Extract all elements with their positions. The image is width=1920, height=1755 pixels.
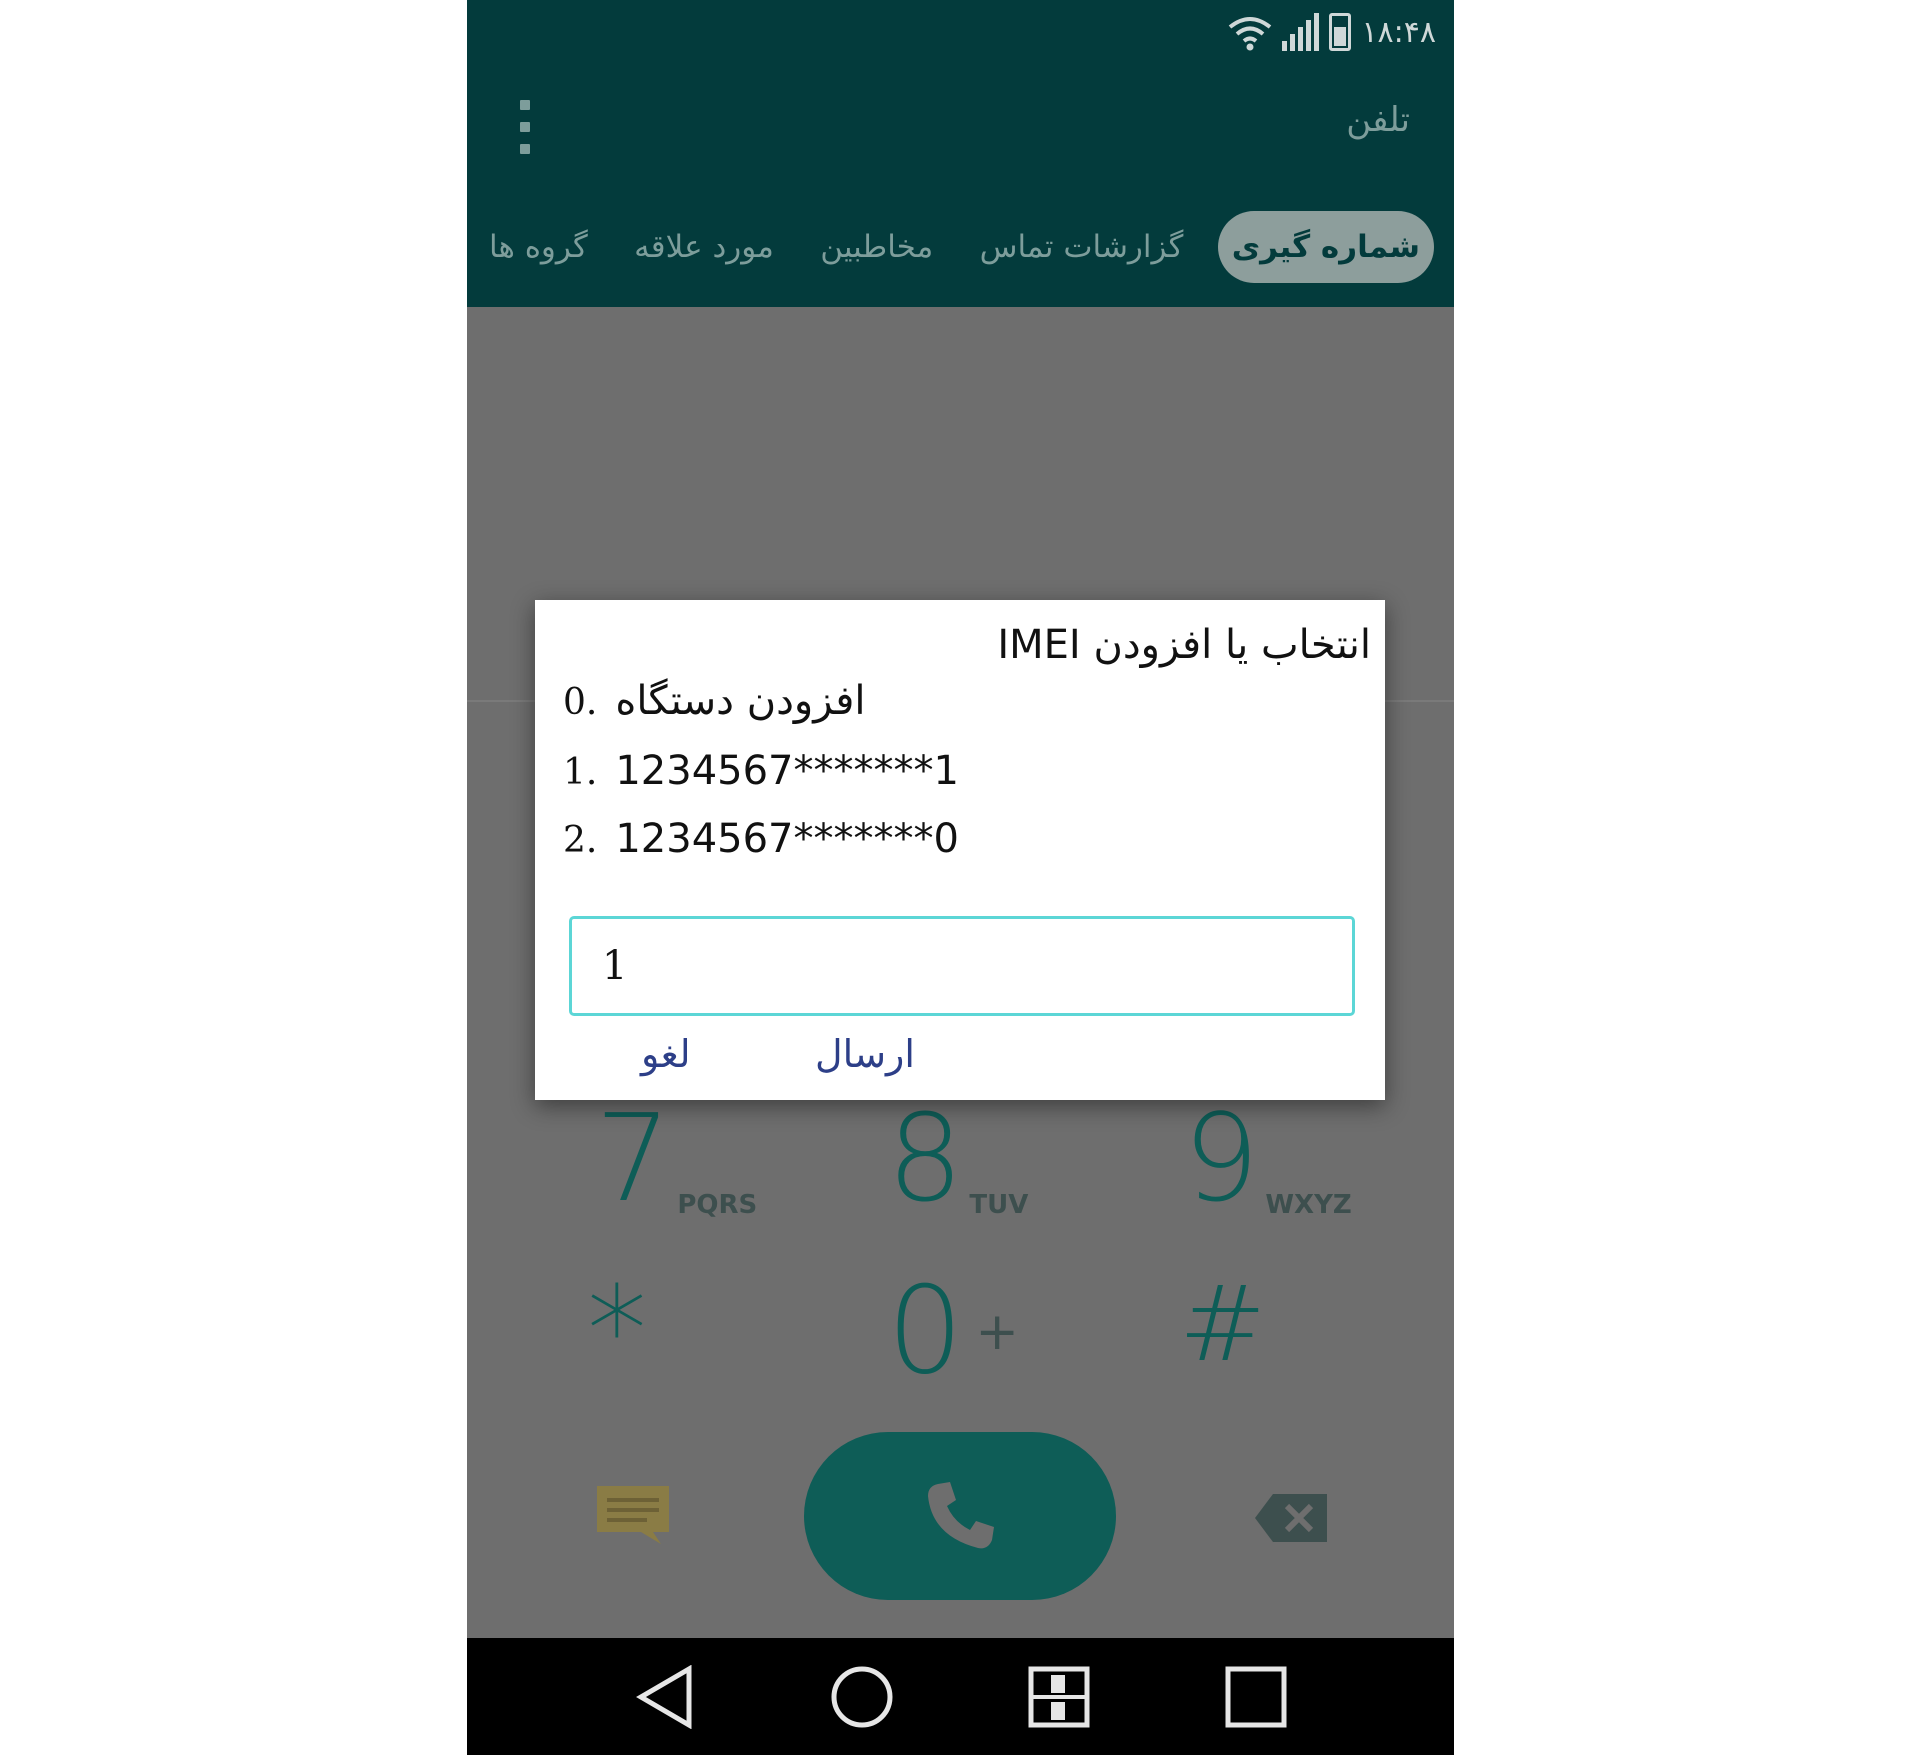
wifi-icon bbox=[1229, 17, 1272, 51]
imei-dialog: انتخاب یا افزودن IMEI 0. افزودن دستگاه 1.… bbox=[535, 600, 1385, 1100]
dialog-title: انتخاب یا افزودن IMEI bbox=[997, 622, 1371, 668]
cancel-button[interactable]: لغو bbox=[641, 1032, 691, 1076]
recents-icon[interactable] bbox=[1221, 1662, 1291, 1732]
app-bar: ۱۸:۴۸ تلفن گروه ها مورد علاقه مخاطبین گز… bbox=[467, 0, 1454, 307]
dialog-option: 2. 1234567*******0 bbox=[563, 816, 959, 862]
tab-groups[interactable]: گروه ها bbox=[477, 229, 600, 265]
tab-contacts[interactable]: مخاطبین bbox=[808, 229, 945, 265]
tab-dialer[interactable]: شماره گیری bbox=[1217, 211, 1434, 283]
key-8[interactable]: 8 TUV bbox=[887, 1100, 1028, 1221]
navigation-bar bbox=[467, 1638, 1454, 1755]
message-icon[interactable] bbox=[595, 1484, 671, 1546]
phone-icon bbox=[928, 1482, 994, 1549]
dialog-option: 1. 1234567*******1 bbox=[563, 748, 959, 794]
key-hash[interactable]: # bbox=[1179, 1272, 1266, 1376]
tab-favorites[interactable]: مورد علاقه bbox=[622, 229, 786, 265]
call-button[interactable] bbox=[804, 1432, 1116, 1600]
key-7[interactable]: 7 PQRS bbox=[595, 1100, 757, 1221]
back-icon[interactable] bbox=[630, 1662, 700, 1732]
key-9[interactable]: 9 WXYZ bbox=[1183, 1100, 1352, 1221]
tab-call-log[interactable]: گزارشات تماس bbox=[968, 229, 1196, 265]
key-star[interactable]: * bbox=[587, 1272, 647, 1392]
signal-icon bbox=[1282, 13, 1320, 51]
send-button[interactable]: ارسال bbox=[815, 1032, 915, 1076]
more-vertical-icon[interactable] bbox=[519, 100, 531, 154]
key-0[interactable]: 0 + bbox=[887, 1272, 1019, 1392]
status-bar: ۱۸:۴۸ bbox=[1228, 10, 1436, 54]
imei-choice-input[interactable] bbox=[569, 916, 1355, 1016]
dialog-option: 0. افزودن دستگاه bbox=[563, 678, 866, 724]
backspace-icon[interactable] bbox=[1253, 1492, 1329, 1544]
tab-bar: گروه ها مورد علاقه مخاطبین گزارشات تماس … bbox=[467, 205, 1454, 289]
status-time: ۱۸:۴۸ bbox=[1361, 14, 1436, 50]
app-title: تلفن bbox=[1346, 100, 1410, 140]
battery-icon bbox=[1329, 13, 1352, 51]
home-icon[interactable] bbox=[827, 1662, 897, 1732]
dual-window-icon[interactable] bbox=[1024, 1662, 1094, 1732]
